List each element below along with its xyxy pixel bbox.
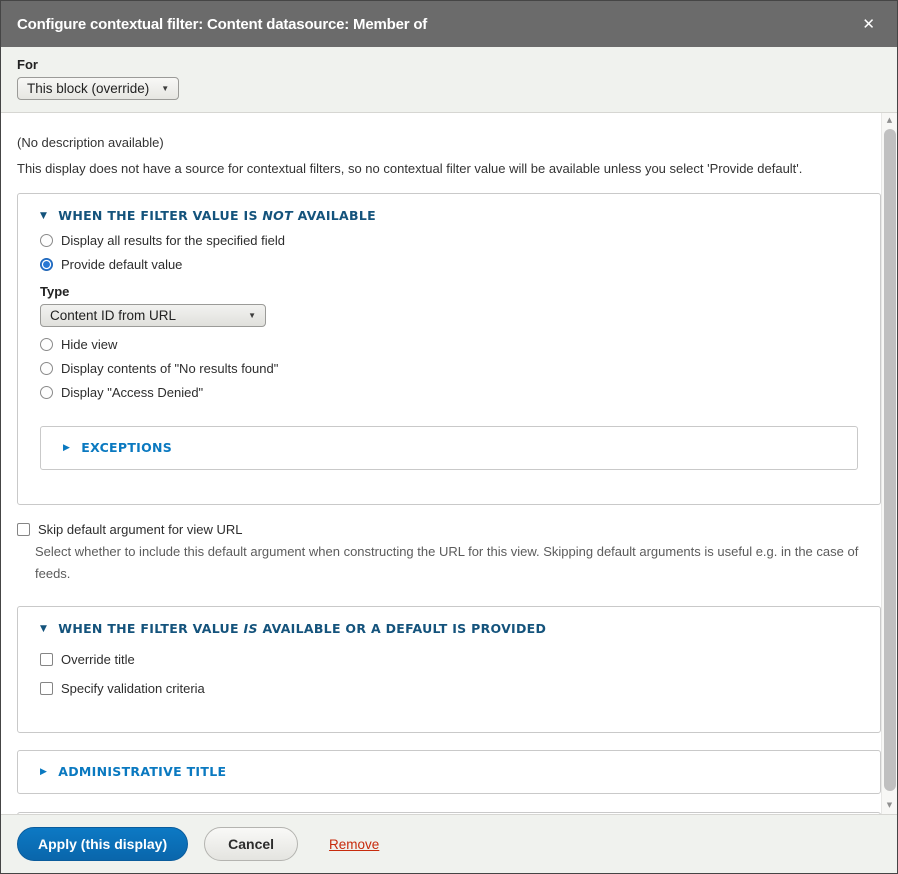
radio-label: Provide default value — [61, 257, 182, 272]
radio-icon[interactable] — [40, 386, 53, 399]
legend-text: WHEN THE FILTER VALUE IS AVAILABLE OR A … — [58, 621, 546, 636]
checkbox-override-title[interactable]: Override title — [40, 652, 858, 667]
modal-content: (No description available) This display … — [1, 113, 881, 814]
checkbox-icon[interactable] — [17, 523, 30, 536]
modal-title: Configure contextual filter: Content dat… — [17, 16, 856, 33]
modal-header: Configure contextual filter: Content dat… — [1, 1, 897, 47]
radio-icon[interactable] — [40, 234, 53, 247]
radio-label: Display "Access Denied" — [61, 385, 203, 400]
for-select[interactable]: This block (override) ▼ — [17, 77, 179, 100]
radio-provide-default-value[interactable]: Provide default value — [40, 257, 858, 272]
apply-button[interactable]: Apply (this display) — [17, 827, 188, 861]
modal-scroll-region: (No description available) This display … — [1, 113, 897, 814]
fieldset-administrative-title-legend[interactable]: ▶ ADMINISTRATIVE TITLE — [40, 764, 858, 779]
for-label: For — [17, 57, 881, 72]
checkbox-label: Specify validation criteria — [61, 681, 205, 696]
fieldset-not-available-body: Display all results for the specified fi… — [40, 223, 858, 470]
radio-display-all-results[interactable]: Display all results for the specified fi… — [40, 233, 858, 248]
legend-text: EXCEPTIONS — [81, 440, 172, 455]
type-label: Type — [40, 284, 858, 299]
fieldset-exceptions-legend[interactable]: ▶ EXCEPTIONS — [63, 440, 835, 455]
collapse-triangle-icon: ▼ — [40, 211, 47, 221]
fieldset-exceptions: ▶ EXCEPTIONS — [40, 426, 858, 470]
fieldset-available-body: Override title Specify validation criter… — [40, 636, 858, 696]
close-icon: ✕ — [862, 15, 875, 33]
radio-display-no-results[interactable]: Display contents of "No results found" — [40, 361, 858, 376]
source-note-text: This display does not have a source for … — [17, 161, 881, 176]
radio-label: Hide view — [61, 337, 117, 352]
scroll-up-icon[interactable]: ▲ — [882, 114, 897, 127]
no-description-text: (No description available) — [17, 135, 881, 150]
fieldset-administrative-title: ▶ ADMINISTRATIVE TITLE — [17, 750, 881, 794]
fieldset-not-available-legend[interactable]: ▼ WHEN THE FILTER VALUE IS NOT AVAILABLE — [40, 208, 858, 223]
radio-icon[interactable] — [40, 338, 53, 351]
expand-triangle-icon: ▶ — [63, 443, 70, 453]
chevron-down-icon: ▼ — [161, 84, 169, 93]
for-section: For This block (override) ▼ — [1, 47, 897, 113]
checkbox-label: Override title — [61, 652, 135, 667]
legend-text: ADMINISTRATIVE TITLE — [58, 764, 226, 779]
contextual-filter-modal: Configure contextual filter: Content dat… — [0, 0, 898, 874]
fieldset-filter-available: ▼ WHEN THE FILTER VALUE IS AVAILABLE OR … — [17, 606, 881, 733]
remove-link[interactable]: Remove — [329, 837, 379, 852]
radio-icon[interactable] — [40, 362, 53, 375]
scroll-down-icon[interactable]: ▼ — [882, 799, 897, 812]
close-button[interactable]: ✕ — [856, 11, 881, 37]
legend-text: WHEN THE FILTER VALUE IS NOT AVAILABLE — [58, 208, 376, 223]
radio-icon[interactable] — [40, 258, 53, 271]
cancel-button[interactable]: Cancel — [204, 827, 298, 861]
checkbox-icon[interactable] — [40, 682, 53, 695]
type-select[interactable]: Content ID from URL ▼ — [40, 304, 266, 327]
fieldset-filter-not-available: ▼ WHEN THE FILTER VALUE IS NOT AVAILABLE… — [17, 193, 881, 505]
for-select-value: This block (override) — [27, 81, 149, 96]
chevron-down-icon: ▼ — [248, 311, 256, 320]
fieldset-more: ▶ MORE — [17, 812, 881, 814]
collapse-triangle-icon: ▼ — [40, 624, 47, 634]
modal-footer: Apply (this display) Cancel Remove — [1, 814, 897, 873]
fieldset-available-legend[interactable]: ▼ WHEN THE FILTER VALUE IS AVAILABLE OR … — [40, 621, 858, 636]
checkbox-icon[interactable] — [40, 653, 53, 666]
checkbox-specify-validation-criteria[interactable]: Specify validation criteria — [40, 681, 858, 696]
radio-display-access-denied[interactable]: Display "Access Denied" — [40, 385, 858, 400]
radio-label: Display all results for the specified fi… — [61, 233, 285, 248]
radio-hide-view[interactable]: Hide view — [40, 337, 858, 352]
vertical-scrollbar[interactable]: ▲ ▼ — [881, 113, 897, 814]
radio-label: Display contents of "No results found" — [61, 361, 278, 376]
type-select-value: Content ID from URL — [50, 308, 176, 323]
checkbox-label: Skip default argument for view URL — [38, 522, 242, 537]
expand-triangle-icon: ▶ — [40, 767, 47, 777]
checkbox-skip-default-argument[interactable]: Skip default argument for view URL — [17, 522, 881, 537]
skip-default-description: Select whether to include this default a… — [35, 541, 880, 585]
scrollbar-thumb[interactable] — [884, 129, 896, 791]
